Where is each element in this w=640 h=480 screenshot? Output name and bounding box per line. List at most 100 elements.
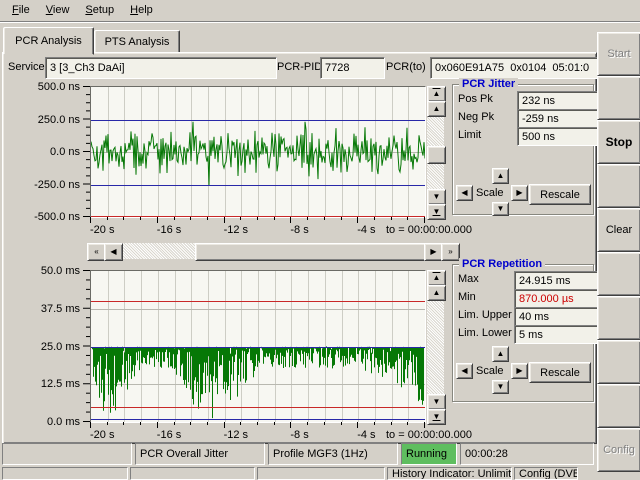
- blank-button-7[interactable]: [597, 340, 640, 384]
- blank-button-5[interactable]: [597, 252, 640, 296]
- repetition-vscroll-down-button[interactable]: ▼: [427, 394, 446, 410]
- y-tick-label: 500.0 ns: [14, 81, 80, 93]
- y-tick-label: 250.0 ns: [14, 114, 80, 126]
- status2-text-4: Config (DVB): [519, 468, 578, 480]
- repetition_panel-value-1: 870.000 µs: [519, 293, 574, 305]
- repetition-vscroll-end-icon: ▼: [433, 413, 441, 421]
- repetition_panel-value-2: 40 ms: [519, 311, 549, 323]
- x-tick-label: -8 s: [290, 224, 308, 236]
- repetition_panel-field-1[interactable]: 870.000 µs: [514, 289, 598, 308]
- time-scroll-end-button[interactable]: »: [441, 243, 460, 261]
- repetition_panel-rescale-label: Rescale: [540, 367, 580, 379]
- blank-button-8[interactable]: [597, 384, 640, 428]
- status-panel-running: Running: [401, 443, 457, 465]
- jitter_panel-scale-up-button[interactable]: ▲: [492, 168, 509, 184]
- repetition_panel-scale-down-button[interactable]: ▼: [492, 380, 509, 394]
- jitter-vscroll-thumb[interactable]: [427, 146, 446, 164]
- repetition-vscroll-down-icon: ▼: [433, 398, 441, 406]
- status2-panel-empty-2: [257, 467, 385, 480]
- time-scroll-home-icon: «: [94, 248, 98, 256]
- clear-button-label: Clear: [606, 224, 632, 236]
- repetition-vscroll-up-button[interactable]: ▲: [427, 285, 446, 301]
- jitter_panel-rescale-label: Rescale: [540, 189, 580, 201]
- jitter_panel-field-1[interactable]: -259 ns: [517, 109, 598, 128]
- jitter_panel-scale-down-button[interactable]: ▼: [492, 202, 509, 216]
- pcr-to-label: PCR(to): [386, 61, 426, 73]
- jitter_panel-limit-label: Limit: [458, 129, 481, 141]
- jitter-vscroll-end-button[interactable]: ▼: [427, 204, 446, 220]
- status-panel-00-00-28: 00:00:28: [460, 443, 594, 465]
- y-tick-label: -250.0 ns: [14, 179, 80, 191]
- blank-button-6[interactable]: [597, 296, 640, 340]
- status-text-1: PCR Overall Jitter: [140, 448, 228, 460]
- start-button-label: Start: [607, 48, 630, 60]
- x-tick-label: -16 s: [157, 224, 181, 236]
- jitter_panel-scale-left-button[interactable]: ◀: [456, 185, 473, 201]
- x-tick-label: -12 s: [224, 224, 248, 236]
- start-button[interactable]: Start: [597, 32, 640, 76]
- jitter-vscroll-up-icon: ▲: [433, 105, 441, 113]
- x-tick-label: -16 s: [157, 429, 181, 441]
- status2-panel-history-indicator-unlimited: History Indicator: Unlimited: [387, 467, 512, 480]
- repetition_panel-lim-upper-label: Lim. Upper: [458, 309, 512, 321]
- repetition_panel-scale-up-button[interactable]: ▲: [492, 346, 509, 362]
- jitter-vscroll-down-button[interactable]: ▼: [427, 189, 446, 205]
- blank-button-3[interactable]: [597, 164, 640, 208]
- pcr-repetition-group-title: PCR Repetition: [459, 258, 545, 270]
- app-window: FileViewSetupHelp PCR Analysis PTS Analy…: [0, 0, 640, 480]
- repetition_panel-field-0[interactable]: 24.915 ms: [514, 271, 598, 290]
- x-tick-label: -20 s: [90, 224, 114, 236]
- jitter_panel-value-0: 232 ns: [522, 95, 555, 107]
- y-tick-label: -500.0 ns: [14, 211, 80, 223]
- time-scroll-right-icon: ▶: [430, 248, 436, 256]
- status-text-3: Running: [406, 448, 447, 460]
- jitter_panel-neg-pk-label: Neg Pk: [458, 111, 494, 123]
- repetition_panel-rescale-button[interactable]: Rescale: [529, 362, 591, 383]
- config-button[interactable]: Config: [597, 428, 640, 472]
- jitter_panel-field-0[interactable]: 232 ns: [517, 91, 598, 110]
- repetition_panel-field-2[interactable]: 40 ms: [514, 307, 598, 326]
- jitter_panel-scale-right-button[interactable]: ▶: [511, 185, 528, 201]
- jitter-vscroll-home-icon: ▲: [433, 90, 441, 98]
- y-tick-label: 37.5 ms: [14, 303, 80, 315]
- jitter_panel-value-1: -259 ns: [522, 113, 559, 125]
- stop-button[interactable]: Stop: [597, 120, 640, 164]
- pcr-pid-field[interactable]: 7728: [320, 57, 385, 79]
- repetition_panel-scale-right-button[interactable]: ▶: [511, 363, 528, 379]
- tab-pcr-analysis[interactable]: PCR Analysis: [3, 27, 94, 55]
- jitter-vscroll-home-button[interactable]: ▲: [427, 86, 446, 102]
- x-tick-label: -20 s: [90, 429, 114, 441]
- pcr-to-value: 0x060E91A75 0x0104 05:01:0: [435, 62, 589, 74]
- jitter_panel-scale-up-icon: ▲: [497, 172, 505, 180]
- repetition-vscroll-home-button[interactable]: ▲: [427, 270, 446, 286]
- pcr-jitter-group-title: PCR Jitter: [459, 78, 518, 90]
- jitter_panel-field-2[interactable]: 500 ns: [517, 127, 598, 146]
- repetition_panel-scale-right-icon: ▶: [516, 367, 522, 375]
- time-scroll-left-button[interactable]: ◀: [104, 243, 123, 261]
- status-panel-pcr-overall-jitter: PCR Overall Jitter: [135, 443, 265, 465]
- repetition-vscroll-up-icon: ▲: [433, 289, 441, 297]
- jitter_panel-rescale-button[interactable]: Rescale: [529, 184, 591, 205]
- repetition_panel-scale-up-icon: ▲: [497, 350, 505, 358]
- repetition-vscroll-end-button[interactable]: ▼: [427, 409, 446, 425]
- x-axis-end-time-label: to = 00:00:00.000: [386, 429, 506, 441]
- repetition_panel-scale-label: Scale: [476, 365, 504, 377]
- clear-button[interactable]: Clear: [597, 208, 640, 252]
- service-field[interactable]: 3 [3_Ch3 DaAi]: [45, 57, 277, 79]
- time-scroll-thumb[interactable]: [195, 243, 426, 261]
- jitter_panel-scale-label: Scale: [476, 187, 504, 199]
- jitter-vscroll-up-button[interactable]: ▲: [427, 101, 446, 117]
- repetition_panel-scale-left-button[interactable]: ◀: [456, 363, 473, 379]
- repetition_panel-max-label: Max: [458, 273, 479, 285]
- repetition_panel-field-3[interactable]: 5 ms: [514, 325, 598, 344]
- pcr-pid-value: 7728: [325, 62, 349, 74]
- y-tick-label: 25.0 ms: [14, 341, 80, 353]
- service-label: Service: [8, 61, 45, 73]
- blank-button-1[interactable]: [597, 76, 640, 120]
- repetition_panel-lim-lower-label: Lim. Lower: [458, 327, 512, 339]
- status2-panel-config-dvb-: Config (DVB): [514, 467, 578, 480]
- status-text-4: 00:00:28: [465, 448, 508, 460]
- pcr-to-field[interactable]: 0x060E91A75 0x0104 05:01:0: [430, 57, 603, 79]
- config-button-label: Config: [603, 444, 635, 456]
- time-scroll-left-icon: ◀: [110, 248, 116, 256]
